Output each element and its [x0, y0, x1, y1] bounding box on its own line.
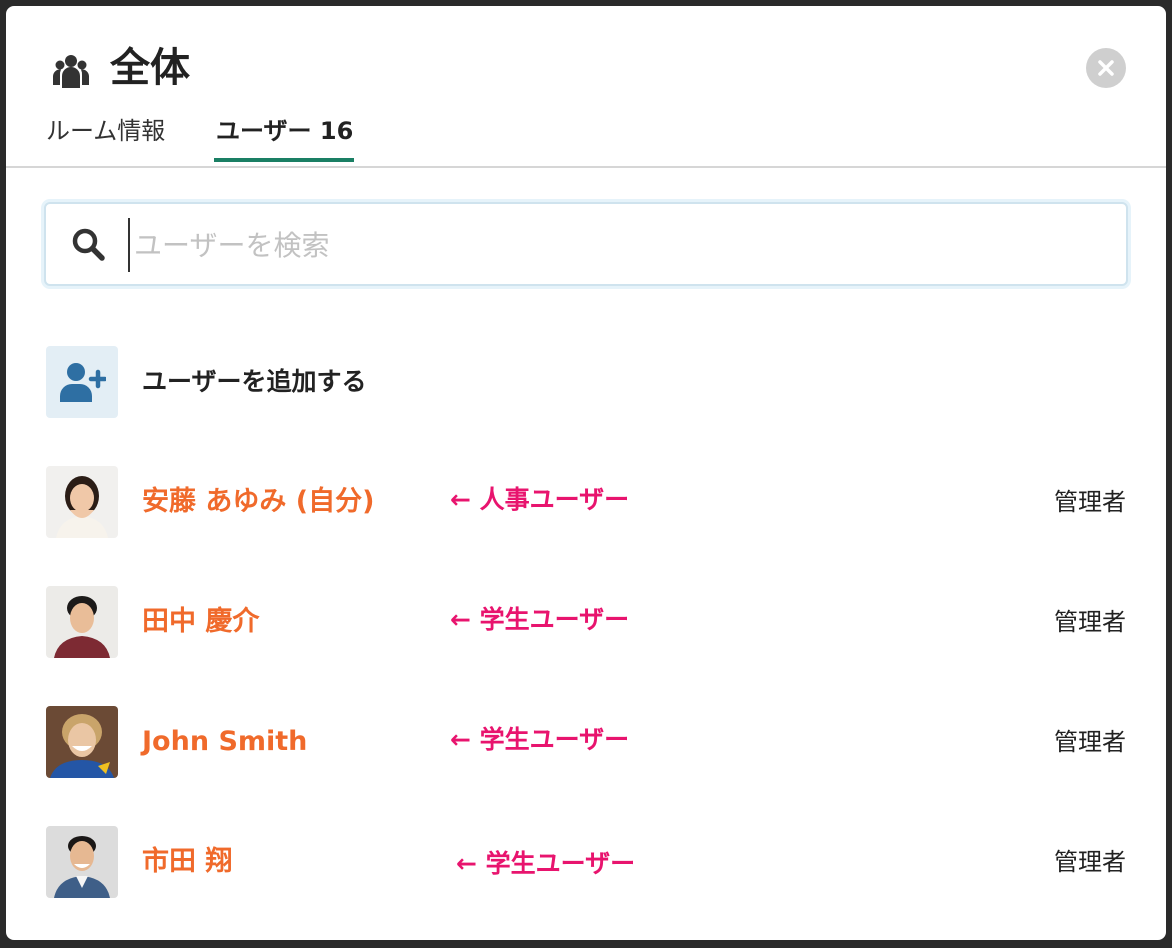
close-button[interactable] [1086, 48, 1126, 88]
room-title: 全体 [110, 45, 190, 91]
close-icon [1098, 60, 1114, 76]
tab-users[interactable]: ユーザー 16 [216, 114, 353, 148]
user-row[interactable]: 田中 慶介 ← 学生ユーザー 管理者 [46, 586, 1126, 658]
group-icon [52, 52, 90, 90]
avatar [46, 706, 118, 778]
user-name: John Smith [142, 726, 308, 757]
avatar [46, 466, 118, 538]
add-user-button[interactable]: ユーザーを追加する [46, 346, 1126, 418]
user-type-annotation: ← 学生ユーザー [456, 849, 636, 878]
user-name: 安藤 あゆみ (自分) [142, 486, 375, 517]
user-row[interactable]: John Smith ← 学生ユーザー 管理者 [46, 706, 1126, 778]
user-role: 管理者 [1054, 728, 1126, 756]
user-name: 田中 慶介 [142, 606, 260, 637]
user-row[interactable]: 市田 翔 ← 学生ユーザー 管理者 [46, 826, 1126, 898]
dialog-header: 全体 ルーム情報 ユーザー 16 [6, 6, 1166, 168]
user-row[interactable]: 安藤 あゆみ (自分) ← 人事ユーザー 管理者 [46, 466, 1126, 538]
user-role: 管理者 [1054, 848, 1126, 876]
user-type-annotation: ← 人事ユーザー [450, 485, 630, 514]
user-name: 市田 翔 [142, 846, 233, 877]
user-type-annotation: ← 学生ユーザー [450, 605, 630, 634]
avatar [46, 586, 118, 658]
add-user-label: ユーザーを追加する [142, 367, 367, 396]
search-icon [70, 226, 106, 262]
add-user-icon [46, 346, 118, 418]
user-role: 管理者 [1054, 608, 1126, 636]
search-box [44, 202, 1128, 286]
avatar [46, 826, 118, 898]
search-input[interactable] [128, 218, 1116, 272]
user-type-annotation: ← 学生ユーザー [450, 725, 630, 754]
tab-room-info[interactable]: ルーム情報 [46, 114, 165, 148]
user-role: 管理者 [1054, 488, 1126, 516]
room-members-dialog: 全体 ルーム情報 ユーザー 16 ユーザーを追加する [6, 6, 1166, 940]
active-tab-indicator [214, 158, 354, 162]
